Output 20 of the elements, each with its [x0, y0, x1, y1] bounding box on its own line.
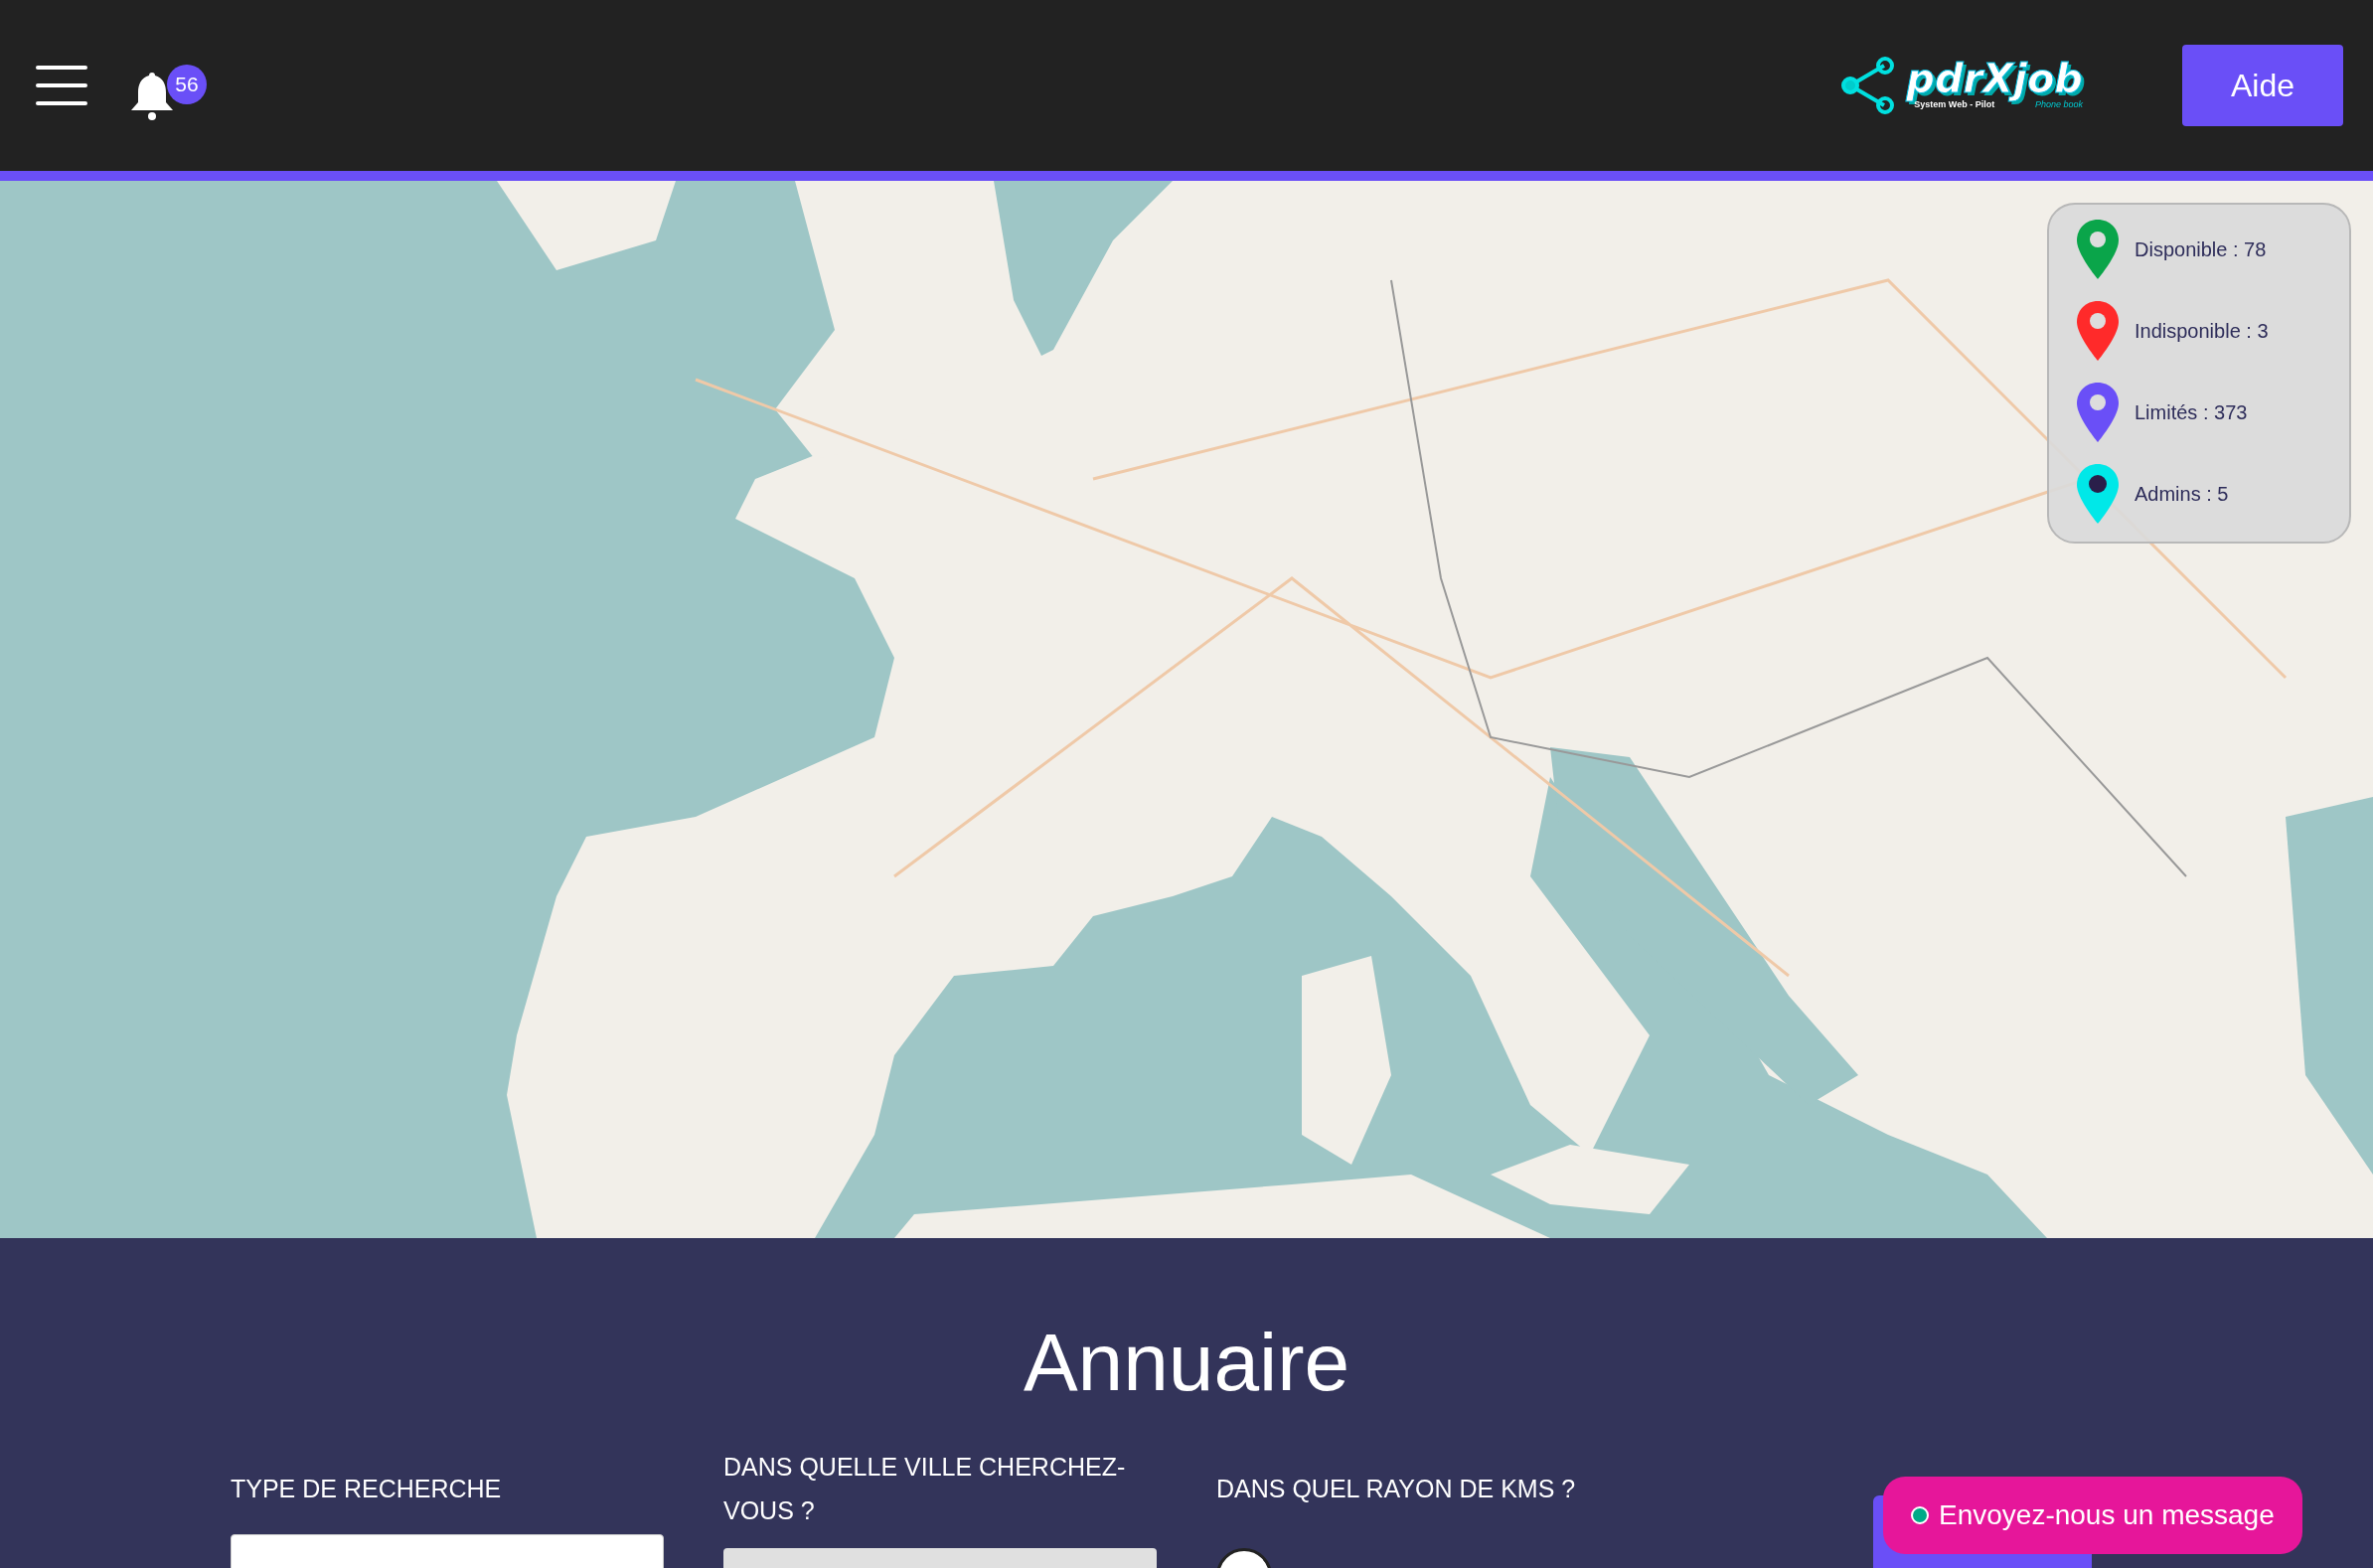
- map-pin-icon: [2077, 220, 2119, 279]
- field-label: TYPE DE RECHERCHE: [231, 1474, 503, 1504]
- status-dot-icon: [1911, 1506, 1929, 1524]
- map-pin-icon: [2077, 464, 2119, 524]
- legend-label: Indisponible : 3: [2135, 319, 2269, 344]
- map-pin-icon: [2077, 383, 2119, 442]
- field-label: DANS QUEL RAYON DE KMS ?: [1216, 1474, 1577, 1504]
- map-pin-icon: [2077, 301, 2119, 361]
- notification-count: 56: [167, 65, 207, 104]
- legend-label: Disponible : 78: [2135, 237, 2267, 262]
- legend-label: Admins : 5: [2135, 482, 2229, 507]
- menu-button[interactable]: [36, 66, 87, 105]
- notification-bell-icon[interactable]: [129, 71, 175, 120]
- logo-text: pdrXjob: [1906, 59, 2083, 99]
- section-title: Annuaire: [1022, 1322, 1351, 1403]
- help-button[interactable]: Aide: [2182, 45, 2343, 126]
- message-toast[interactable]: Envoyez-nous un message: [1883, 1477, 2302, 1554]
- legend-label: Limités : 373: [2135, 400, 2248, 425]
- field-label: DANS QUELLE VILLE CHERCHEZ-VOUS ?: [723, 1452, 1127, 1526]
- logo-subtitle: Phone book: [2034, 99, 2083, 112]
